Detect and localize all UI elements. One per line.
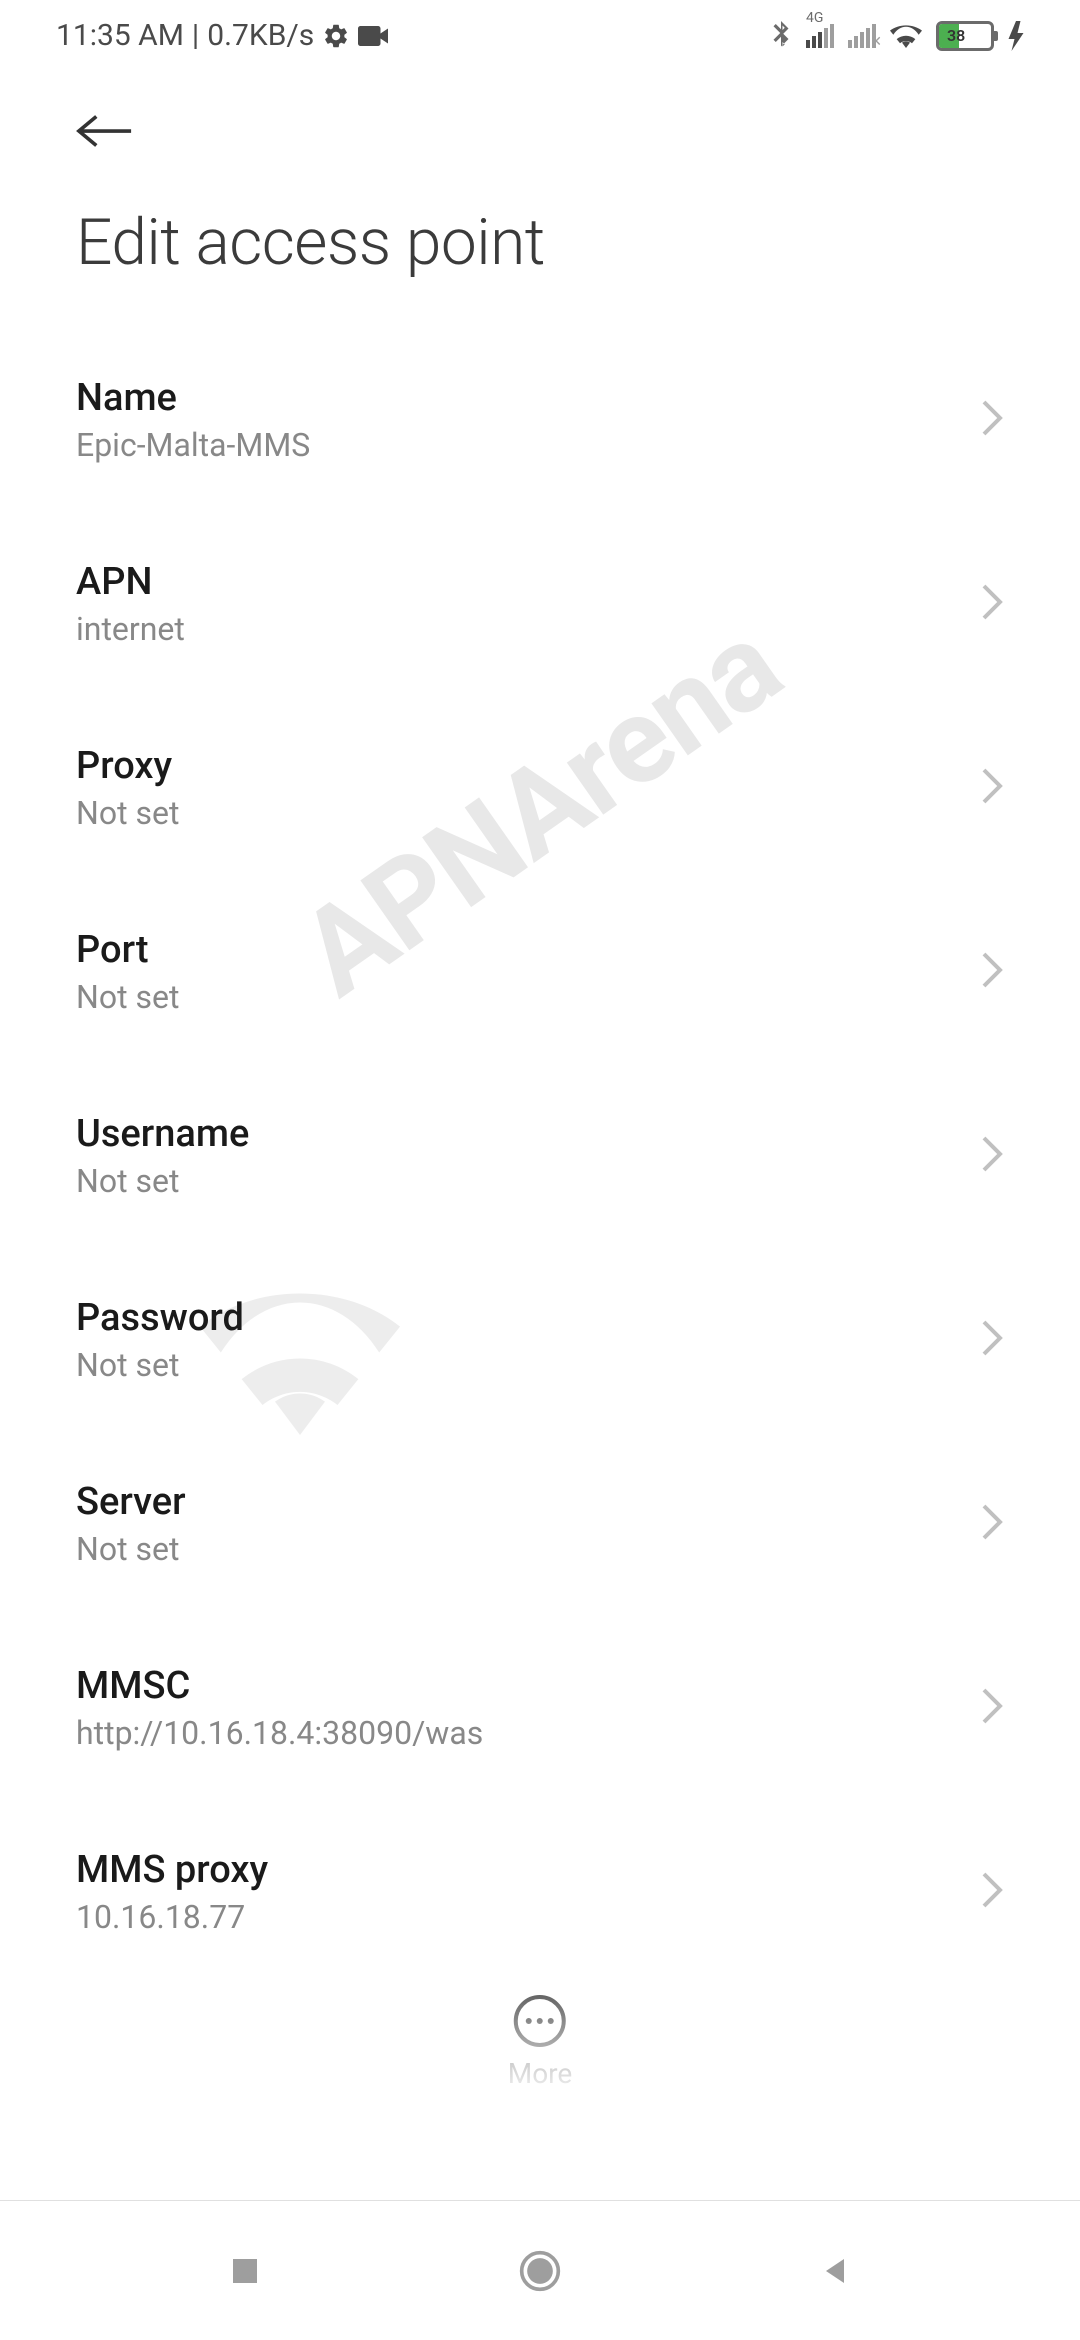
nav-home-button[interactable]	[518, 2249, 562, 2293]
chevron-right-icon	[980, 1318, 1004, 1362]
settings-item-value: Not set	[76, 978, 179, 1016]
page-title: Edit access point	[0, 175, 1080, 320]
settings-item-label: Username	[76, 1112, 249, 1156]
settings-item-value: Not set	[76, 1530, 186, 1568]
settings-item-text: Username Not set	[76, 1112, 249, 1200]
chevron-right-icon	[980, 950, 1004, 994]
settings-item-label: APN	[76, 560, 185, 604]
settings-item-label: MMSC	[76, 1664, 483, 1708]
settings-item-value: internet	[76, 610, 185, 648]
settings-list: Name Epic-Malta-MMS APN internet Proxy N…	[0, 320, 1080, 1976]
gear-icon	[322, 22, 350, 50]
settings-item-text: Port Not set	[76, 928, 179, 1016]
chevron-right-icon	[980, 582, 1004, 626]
bluetooth-icon	[770, 21, 792, 51]
chevron-right-icon	[980, 1502, 1004, 1546]
settings-item-value: Not set	[76, 794, 179, 832]
settings-item-text: APN internet	[76, 560, 185, 648]
settings-item-label: Name	[76, 376, 310, 420]
settings-item-name[interactable]: Name Epic-Malta-MMS	[76, 320, 1004, 504]
chevron-right-icon	[980, 766, 1004, 810]
more-button[interactable]: More	[508, 1995, 573, 2090]
signal-indicator-2: ✕	[848, 24, 876, 48]
settings-item-username[interactable]: Username Not set	[76, 1056, 1004, 1240]
charging-icon	[1008, 21, 1024, 51]
status-left: 11:35 AM | 0.7KB/s	[56, 18, 388, 53]
settings-item-value: 10.16.18.77	[76, 1898, 268, 1936]
battery-indicator: 38	[936, 21, 994, 51]
settings-item-text: Proxy Not set	[76, 744, 179, 832]
settings-item-text: MMS proxy 10.16.18.77	[76, 1848, 268, 1936]
settings-item-mms-proxy[interactable]: MMS proxy 10.16.18.77	[76, 1792, 1004, 1976]
nav-back-button[interactable]	[817, 2253, 853, 2289]
status-right: 4G ✕ 38	[770, 21, 1024, 51]
chevron-right-icon	[980, 1870, 1004, 1914]
camera-icon	[358, 25, 388, 47]
settings-item-label: MMS proxy	[76, 1848, 268, 1892]
settings-item-text: Server Not set	[76, 1480, 186, 1568]
settings-item-server[interactable]: Server Not set	[76, 1424, 1004, 1608]
settings-item-text: MMSC http://10.16.18.4:38090/was	[76, 1664, 483, 1752]
settings-item-password[interactable]: Password Not set	[76, 1240, 1004, 1424]
settings-item-text: Name Epic-Malta-MMS	[76, 376, 310, 464]
settings-item-mmsc[interactable]: MMSC http://10.16.18.4:38090/was	[76, 1608, 1004, 1792]
nav-recent-button[interactable]	[227, 2253, 263, 2289]
navigation-bar	[0, 2200, 1080, 2340]
status-time: 11:35 AM	[56, 18, 184, 53]
settings-item-port[interactable]: Port Not set	[76, 872, 1004, 1056]
settings-item-apn[interactable]: APN internet	[76, 504, 1004, 688]
wifi-icon	[890, 23, 922, 49]
chevron-right-icon	[980, 1134, 1004, 1178]
settings-item-value: Epic-Malta-MMS	[76, 426, 310, 464]
more-icon	[514, 1995, 566, 2047]
more-label: More	[508, 2057, 573, 2090]
settings-item-label: Server	[76, 1480, 186, 1524]
settings-item-value: Not set	[76, 1346, 244, 1384]
status-speed: 0.7KB/s	[207, 18, 314, 53]
chevron-right-icon	[980, 398, 1004, 442]
settings-item-text: Password Not set	[76, 1296, 244, 1384]
settings-item-label: Password	[76, 1296, 244, 1340]
settings-item-proxy[interactable]: Proxy Not set	[76, 688, 1004, 872]
settings-item-value: http://10.16.18.4:38090/was	[76, 1714, 483, 1752]
status-bar: 11:35 AM | 0.7KB/s 4G	[0, 0, 1080, 71]
signal-indicator-1: 4G	[806, 24, 834, 48]
settings-item-label: Proxy	[76, 744, 179, 788]
back-button[interactable]	[0, 71, 1080, 175]
settings-item-label: Port	[76, 928, 179, 972]
chevron-right-icon	[980, 1686, 1004, 1730]
settings-item-value: Not set	[76, 1162, 249, 1200]
